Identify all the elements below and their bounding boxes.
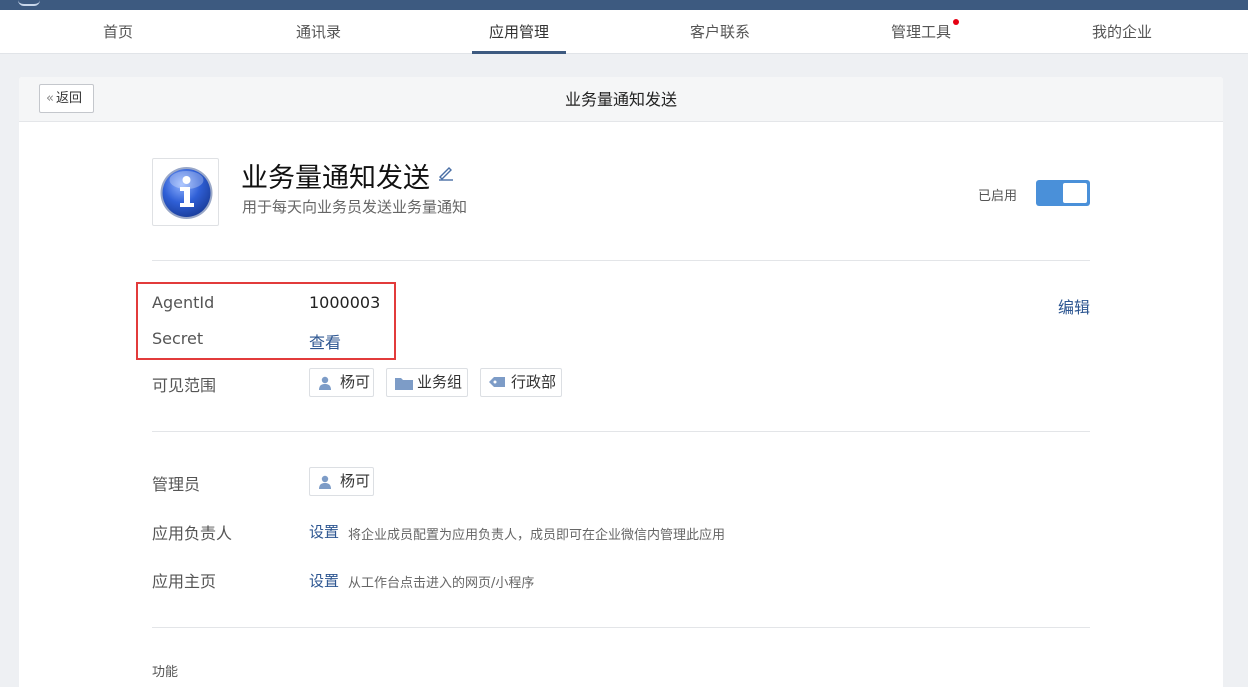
homepage-hint: 从工作台点击进入的网页/小程序 [348, 576, 535, 591]
toggle-knob [1063, 183, 1087, 203]
nav-item-label: 应用管理 [489, 23, 550, 41]
nav-item-management-tools[interactable]: 管理工具 [891, 10, 960, 54]
nav-item-label: 我的企业 [1092, 23, 1153, 41]
visible-range-label: 可见范围 [152, 376, 217, 395]
visible-range-tag-group[interactable]: 业务组 [386, 368, 468, 397]
app-logo [152, 158, 219, 226]
nav-item-label: 管理工具 [891, 23, 952, 41]
folder-icon [395, 378, 413, 390]
admin-label: 管理员 [152, 475, 201, 494]
tag-label: 杨可 [340, 472, 371, 490]
app-name: 业务量通知发送 [241, 163, 430, 194]
app-owner-label: 应用负责人 [152, 524, 233, 543]
user-icon [319, 376, 331, 390]
double-chevron-left-icon: « [46, 91, 54, 106]
logo-icon [18, 0, 40, 6]
main-nav: 首页 通讯录 应用管理 客户联系 管理工具 我的企业 [0, 10, 1248, 54]
admin-tag-user[interactable]: 杨可 [309, 467, 374, 496]
visible-range-tag-department[interactable]: 行政部 [480, 368, 562, 397]
tag-label: 业务组 [417, 373, 463, 391]
tag-icon [489, 377, 505, 387]
user-icon [319, 475, 331, 489]
section-divider [152, 627, 1090, 628]
back-button[interactable]: «返回 [39, 84, 94, 113]
nav-item-label: 首页 [103, 23, 134, 41]
nav-item-label: 通讯录 [296, 23, 342, 41]
tag-label: 杨可 [340, 373, 371, 391]
section-divider [152, 260, 1090, 261]
notification-dot [953, 19, 960, 25]
highlight-box [136, 282, 396, 360]
top-brand-bar [0, 0, 1248, 10]
section-divider [152, 431, 1090, 432]
info-icon [160, 167, 213, 219]
features-section-label: 功能 [152, 665, 179, 680]
app-homepage-label: 应用主页 [152, 572, 217, 591]
set-homepage-link[interactable]: 设置 [309, 570, 339, 591]
nav-item-app-management[interactable]: 应用管理 [472, 10, 567, 54]
nav-item-home[interactable]: 首页 [103, 10, 133, 54]
nav-item-my-enterprise[interactable]: 我的企业 [1092, 10, 1152, 54]
enabled-status-label: 已启用 [978, 189, 1018, 204]
edit-details-link[interactable]: 编辑 [1058, 294, 1090, 318]
back-label: 返回 [55, 91, 82, 106]
nav-item-label: 客户联系 [690, 23, 751, 41]
panel-header: 业务量通知发送 «返回 [19, 77, 1223, 122]
app-description: 用于每天向业务员发送业务量通知 [242, 198, 468, 216]
nav-item-contacts[interactable]: 通讯录 [296, 10, 341, 54]
nav-item-customer-contact[interactable]: 客户联系 [690, 10, 750, 54]
active-tab-indicator [472, 51, 567, 54]
page-title: 业务量通知发送 [564, 90, 677, 109]
owner-hint: 将企业成员配置为应用负责人，成员即可在企业微信内管理此应用 [348, 528, 726, 543]
set-owner-link[interactable]: 设置 [309, 521, 339, 542]
enable-toggle[interactable] [1036, 180, 1090, 206]
visible-range-tag-user[interactable]: 杨可 [309, 368, 374, 397]
tag-label: 行政部 [511, 373, 557, 391]
edit-name-pencil-icon[interactable] [437, 165, 455, 185]
